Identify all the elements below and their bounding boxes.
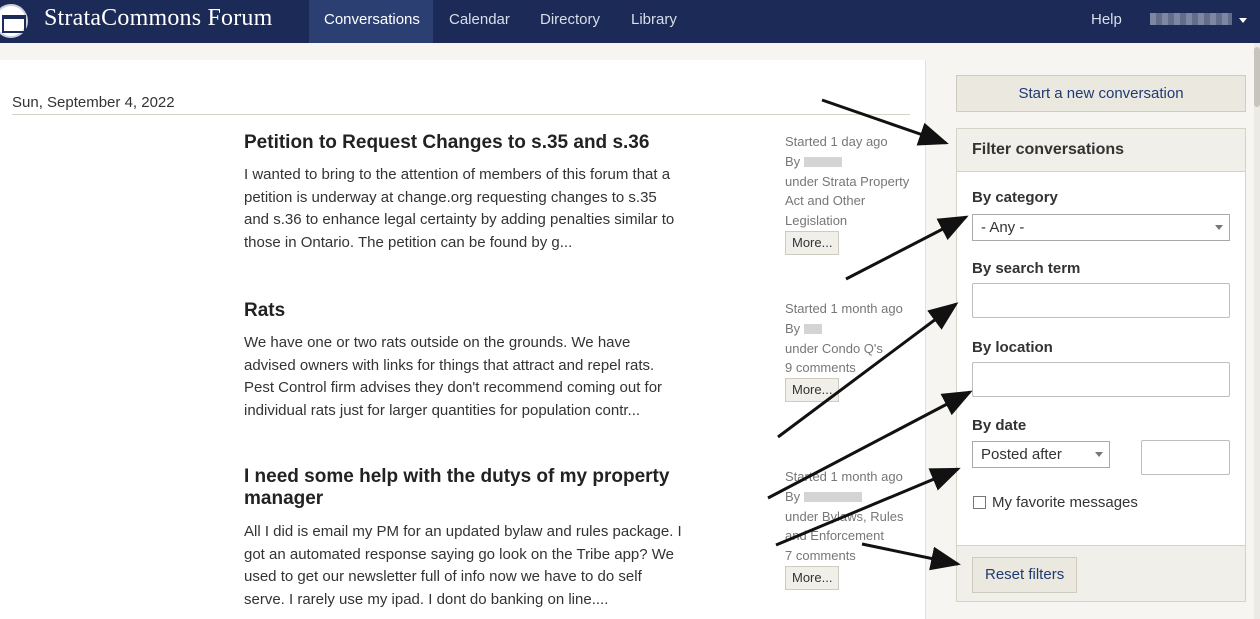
search-term-input[interactable] — [972, 283, 1230, 318]
more-button[interactable]: More... — [785, 231, 840, 255]
date-mode-select[interactable]: Posted after — [972, 441, 1110, 468]
scrollbar[interactable] — [1254, 43, 1260, 619]
nav-conversations[interactable]: Conversations — [309, 0, 433, 43]
date-input[interactable] — [1141, 440, 1230, 475]
scrollbar-thumb[interactable] — [1254, 47, 1260, 107]
conversation-excerpt: We have one or two rats outside on the g… — [244, 334, 663, 420]
comment-count: 9 comments — [785, 360, 856, 376]
favorites-checkbox[interactable] — [973, 496, 986, 509]
category-select[interactable]: - Any - — [972, 214, 1230, 241]
conversation-title[interactable]: Rats — [244, 300, 684, 322]
author-line: By — [785, 487, 915, 507]
conversation-excerpt: All I did is email my PM for an updated … — [244, 523, 682, 609]
more-button[interactable]: More... — [785, 566, 840, 590]
chevron-down-icon[interactable] — [1239, 18, 1247, 23]
author-name-redacted — [803, 492, 862, 503]
started-text: Started 1 month ago — [785, 301, 903, 316]
top-navbar: StrataCommons Forum Conversations Calend… — [0, 0, 1260, 43]
divider — [12, 114, 910, 115]
reset-filters-button[interactable]: Reset filters — [972, 557, 1078, 593]
conversation-meta: Started 1 month ago By under Bylaws, Rul… — [785, 467, 915, 566]
location-input[interactable] — [972, 362, 1230, 397]
conversation-list: Sun, September 4, 2022 Petition to Reque… — [0, 60, 926, 619]
author-name-redacted — [803, 157, 842, 168]
category-select-value: - Any - — [981, 219, 1025, 236]
date-label: By date — [972, 417, 1027, 434]
forum-logo-icon[interactable] — [0, 4, 28, 38]
chevron-down-icon — [1095, 452, 1103, 457]
favorites-label[interactable]: My favorite messages — [992, 494, 1138, 511]
conversation-title[interactable]: Petition to Request Changes to s.35 and … — [244, 132, 684, 154]
search-term-label: By search term — [972, 260, 1081, 277]
category-text: under Condo Q's — [785, 340, 883, 356]
author-line: By — [785, 152, 915, 172]
date-mode-value: Posted after — [981, 446, 1062, 463]
started-text: Started 1 month ago — [785, 469, 903, 484]
filter-footer: Reset filters — [957, 545, 1245, 601]
started-text: Started 1 day ago — [785, 134, 888, 149]
category-text: under Strata Property Act and Other Legi… — [785, 173, 910, 229]
nav-directory[interactable]: Directory — [525, 0, 615, 43]
user-menu[interactable] — [1150, 13, 1232, 25]
conversation-meta: Started 1 month ago By under Condo Q's 9… — [785, 299, 915, 378]
category-label: By category — [972, 189, 1058, 206]
nav-help[interactable]: Help — [1080, 0, 1133, 43]
conversation-excerpt: I wanted to bring to the attention of me… — [244, 166, 675, 252]
conversation-meta: Started 1 day ago By under Strata Proper… — [785, 132, 915, 231]
conversation-title[interactable]: I need some help with the dutys of my pr… — [244, 466, 684, 510]
author-name-redacted — [803, 324, 822, 335]
nav-calendar[interactable]: Calendar — [434, 0, 525, 43]
date-header: Sun, September 4, 2022 — [12, 94, 175, 111]
author-line: By — [785, 319, 915, 339]
nav-library[interactable]: Library — [616, 0, 692, 43]
filter-panel-title: Filter conversations — [957, 129, 1245, 172]
more-button[interactable]: More... — [785, 378, 840, 402]
location-label: By location — [972, 339, 1053, 356]
category-text: under Bylaws, Rules and Enforcement — [785, 508, 904, 544]
start-conversation-button[interactable]: Start a new conversation — [956, 75, 1246, 112]
chevron-down-icon — [1215, 225, 1223, 230]
comment-count: 7 comments — [785, 548, 856, 564]
filter-panel: Filter conversations By category - Any -… — [956, 128, 1246, 602]
brand-title[interactable]: StrataCommons Forum — [44, 5, 272, 32]
